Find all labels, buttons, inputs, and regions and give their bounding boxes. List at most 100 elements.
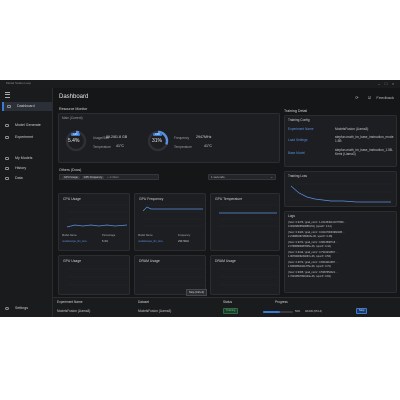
training-loss-card: Training Loss: [284, 171, 397, 207]
log-line: {'loss': 0.9472, 'grad_norm': 0.88135087…: [288, 241, 338, 244]
chart-card-cpu-usage: CPU Usage Model Name Percentage modelscop…: [58, 193, 130, 251]
sidebar-item-experiment[interactable]: Experiment: [2, 133, 50, 142]
table-header: Model Name Frequency: [138, 234, 190, 237]
progress-bar: [263, 311, 293, 313]
training-loss-plot: [290, 183, 393, 203]
gpu-percent: 5.4%: [68, 138, 80, 144]
time-range-value: 1 seconds: [211, 175, 225, 179]
training-detail-panel: Training Detail Training Config Experime…: [284, 88, 400, 317]
close-icon[interactable]: ×: [390, 81, 396, 86]
dram-usage-plot-2: [219, 268, 277, 286]
gpu-tag: GPU: [71, 133, 81, 136]
cpu-frequency-label: Frequency: [174, 136, 190, 140]
table-row: modelscope_llm_lora 5.4%: [62, 240, 108, 243]
resource-monitor-subtitle: Main (Current): [62, 116, 83, 120]
experiment-dataset: ModelsFusion (Llama3): [138, 309, 172, 313]
metric-selector[interactable]: GPU Usage GPU Frequency + 4 others: [59, 174, 159, 180]
training-config-card: Training Config Experiment Name ModelsFu…: [284, 115, 397, 167]
maximize-icon[interactable]: □: [383, 81, 389, 86]
sidebar-item-settings[interactable]: Settings: [2, 304, 50, 313]
chip-gpu-usage[interactable]: GPU Usage: [62, 176, 80, 180]
sidebar: Dashboard Model Generate Experiment My M…: [0, 88, 53, 317]
gpu-usage-plot: [67, 268, 127, 286]
app-window: Model Studio Loop – □ × Dashboard Model …: [0, 80, 400, 317]
chart-title: DRAM Usage: [215, 259, 236, 263]
sidebar-item-dashboard[interactable]: Dashboard: [2, 102, 52, 111]
sidebar-item-my-models[interactable]: My Models: [2, 154, 50, 163]
table-row: modelscope_llm_lora 2947MHz: [138, 240, 189, 243]
database-icon: [5, 177, 9, 180]
cpu-percent: 31%: [152, 138, 163, 144]
col-frequency: Frequency: [178, 234, 191, 237]
progress-fill: [263, 311, 280, 313]
sidebar-item-label: History: [15, 166, 27, 170]
experiment-status-bar: Experiment Name Dataset Status Progress …: [53, 297, 400, 317]
sidebar-item-label: Settings: [15, 306, 28, 310]
gear-icon: [5, 307, 9, 310]
gpu-usage-value: 89.2/81.8 GB: [106, 135, 128, 139]
sidebar-item-model-generate[interactable]: Model Generate: [2, 121, 50, 130]
col-percentage: Percentage: [102, 234, 116, 237]
experiment-name[interactable]: ModelsFusion (Llama3): [57, 309, 90, 313]
gpu-temp-label: Temperature: [93, 145, 111, 149]
log-line: 0.00029808590888134}, {'epoch': 0.14}: [288, 225, 332, 228]
stop-tooltip: Stop (Ctrl+S): [186, 289, 208, 296]
chart-title: DRAM Usage: [139, 259, 160, 263]
cube-icon: [5, 157, 9, 160]
chart-card-dram-usage-2: DRAM Usage: [210, 255, 280, 295]
clock-icon: [5, 167, 9, 170]
sidebar-item-history[interactable]: History: [2, 164, 50, 173]
cpu-temp-value: 41°C: [204, 144, 213, 148]
hamburger-menu-icon[interactable]: [5, 92, 10, 98]
cpu-frequency-value: 2947MHz: [196, 135, 212, 139]
log-line: {'loss': 0.9423, 'grad_norm': 0.92107909…: [288, 231, 345, 234]
chart-title: GPU Frequency: [139, 197, 164, 201]
minimize-icon[interactable]: –: [376, 81, 382, 86]
col-model-name: Model Name: [138, 234, 153, 237]
table-header: Model Name Percentage: [62, 234, 115, 237]
dram-usage-plot: [143, 268, 203, 286]
resource-monitor-card: Main (Current) GPU 5.4% Usage/Size 89.2/…: [58, 113, 280, 163]
page-title: Dashboard: [59, 94, 89, 100]
row-value: 5.4%: [102, 240, 108, 243]
row-model-name: modelscope_llm_lora: [138, 240, 163, 243]
config-value: ModelsFusion (Llama3): [335, 127, 369, 131]
gpu-temperature-plot: [219, 204, 277, 227]
chart-title: GPU Usage: [63, 259, 82, 263]
config-value: stepfun-math_lm_base_instruction_1.5B-Ke…: [335, 148, 394, 156]
row-value: 2947MHz: [178, 240, 190, 243]
config-key: Base Model: [288, 151, 305, 155]
chips-more: + 4 others: [107, 176, 119, 179]
chart-card-gpu-frequency: GPU Frequency Model Name Frequency models…: [134, 193, 206, 251]
logs-title: Logs: [288, 214, 295, 218]
cpu-usage-plot: [66, 204, 128, 228]
config-value: stepfun-math_lm_base_instruction_mode 1.…: [335, 135, 394, 143]
training-detail-title: Training Detail: [284, 109, 308, 113]
header-status: Status: [223, 300, 233, 304]
sidebar-item-data[interactable]: Data: [2, 174, 50, 183]
title-bar: Model Studio Loop – □ ×: [0, 80, 400, 88]
log-line: {'loss': 0.9365, 'grad_norm': 0.59876543…: [288, 271, 338, 274]
gpu-temp-value: 41°C: [116, 144, 125, 148]
chart-title: CPU Usage: [63, 197, 81, 201]
sidebar-item-label: Model Generate: [15, 123, 41, 127]
chart-card-gpu-temperature: GPU Temperature: [210, 193, 280, 251]
training-config-title: Training Config: [288, 118, 310, 122]
dashboard-icon: [7, 105, 11, 108]
log-line: {'loss': 0.9372, 'grad_norm': 0.65432109…: [288, 261, 338, 264]
cpu-tag: CPU: [153, 133, 163, 136]
log-line: 1.83466890421375e-06, 'epoch': 0.70}: [288, 265, 331, 268]
gpu-frequency-plot: [142, 204, 203, 227]
progress-percent: 56%: [295, 310, 301, 313]
logs-card: Logs {'loss': 0.9476, 'grad_norm': 1.221…: [284, 211, 397, 293]
stop-button[interactable]: Stop: [356, 308, 368, 314]
log-line: {'loss': 0.9476, 'grad_norm': 1.22136491…: [288, 221, 346, 224]
sidebar-item-label: Dashboard: [17, 104, 35, 108]
chip-gpu-frequency[interactable]: GPU Frequency: [81, 176, 105, 180]
window-title: Model Studio Loop: [6, 81, 32, 85]
time-range-select[interactable]: 1 seconds ⌄: [208, 174, 276, 180]
sparkle-icon: [5, 124, 9, 127]
config-key: Experiment Name: [288, 127, 314, 131]
resource-monitor-title: Resource Monitor: [59, 107, 88, 111]
sidebar-item-label: Experiment: [15, 135, 34, 139]
